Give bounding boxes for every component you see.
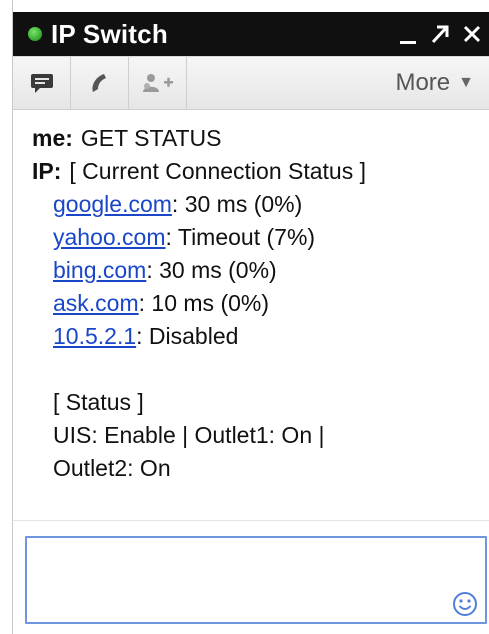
chat-bubble-icon[interactable] bbox=[13, 57, 71, 109]
host-status: : Timeout (7%) bbox=[165, 224, 316, 250]
popout-icon[interactable] bbox=[428, 20, 452, 48]
host-status: : 30 ms (0%) bbox=[146, 257, 277, 283]
host-status: : Disabled bbox=[136, 323, 239, 349]
phone-icon[interactable] bbox=[71, 57, 129, 109]
window-title: IP Switch bbox=[51, 18, 168, 49]
message-log: me: GET STATUS IP: [ Current Connection St… bbox=[13, 110, 489, 520]
chat-window: IP Switch More ▼ me: GET STATUS IP: [Cu… bbox=[12, 0, 489, 634]
message-text: GET STATUS bbox=[80, 125, 222, 151]
host-row: 10.5.2.1: Disabled bbox=[32, 320, 489, 353]
host-link-yahoo[interactable]: yahoo.com bbox=[53, 224, 166, 250]
chat-toolbar: More ▼ bbox=[13, 56, 489, 110]
status-header: [ Status ] bbox=[53, 389, 144, 415]
host-link-ask[interactable]: ask.com bbox=[53, 290, 139, 316]
add-people-icon[interactable] bbox=[129, 57, 187, 109]
divider bbox=[13, 520, 489, 521]
window-controls bbox=[396, 20, 484, 48]
host-row: bing.com: 30 ms (0%) bbox=[32, 254, 489, 287]
minimize-icon[interactable] bbox=[396, 20, 420, 48]
message-ip: IP: [ Current Connection Status ] bbox=[32, 155, 489, 188]
message-input-box[interactable] bbox=[25, 536, 487, 624]
status-line: Outlet2: On bbox=[53, 455, 171, 481]
more-menu-button[interactable]: More ▼ bbox=[381, 57, 489, 109]
message-input[interactable] bbox=[27, 538, 485, 622]
host-row: yahoo.com: Timeout (7%) bbox=[32, 221, 489, 254]
host-status: : 30 ms (0%) bbox=[171, 191, 303, 217]
status-line: UIS: Enable | Outlet1: On | bbox=[53, 422, 325, 448]
close-icon[interactable] bbox=[460, 20, 484, 48]
online-status-icon bbox=[28, 27, 42, 41]
message-text: [ Current Connection Status ] bbox=[69, 158, 366, 184]
host-row: google.com: 30 ms (0%) bbox=[32, 188, 489, 221]
smiley-icon[interactable] bbox=[451, 590, 479, 618]
title-bar[interactable]: IP Switch bbox=[13, 12, 489, 56]
more-label: More bbox=[395, 69, 451, 96]
host-link-bing[interactable]: bing.com bbox=[53, 257, 146, 283]
host-link-google[interactable]: google.com bbox=[53, 191, 172, 217]
host-status: : 10 ms (0%) bbox=[138, 290, 270, 316]
toolbar-spacer bbox=[187, 57, 381, 109]
speaker-ip: IP: bbox=[32, 158, 62, 184]
chevron-down-icon: ▼ bbox=[458, 74, 474, 91]
speaker-me: me: bbox=[32, 125, 73, 151]
host-link-ip[interactable]: 10.5.2.1 bbox=[53, 323, 136, 349]
message-me: me: GET STATUS bbox=[32, 122, 489, 155]
host-row: ask.com: 10 ms (0%) bbox=[32, 287, 489, 320]
